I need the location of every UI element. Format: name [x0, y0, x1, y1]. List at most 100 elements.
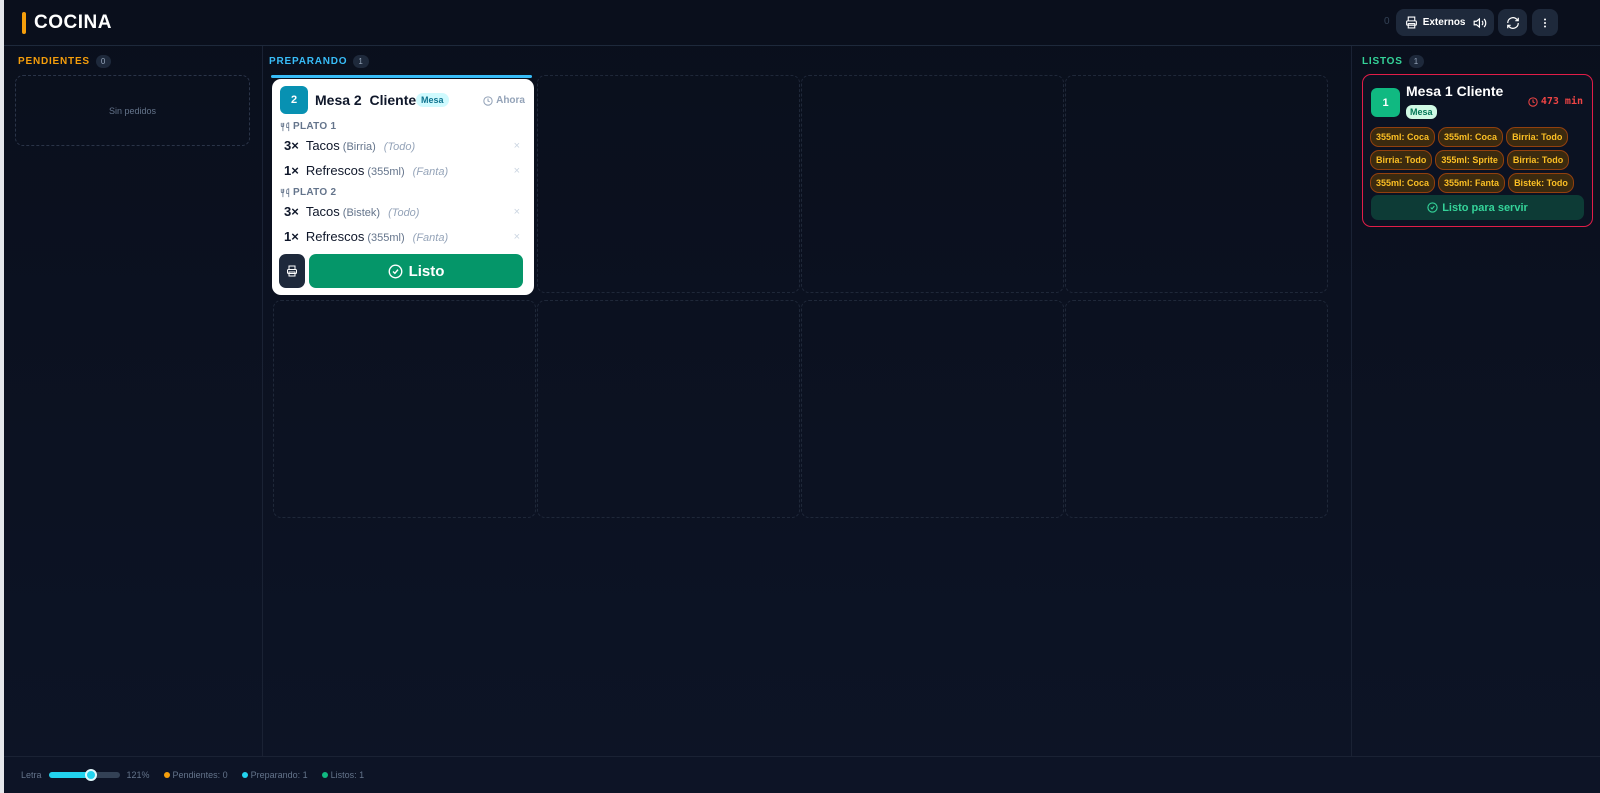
ready-order-elapsed-text: 473 min — [1540, 96, 1583, 107]
item-option: (355ml) — [367, 166, 405, 178]
pendientes-header: PENDIENTES 0 — [18, 55, 112, 68]
font-size-slider[interactable] — [48, 769, 120, 781]
item-chip: 355ml: Coca — [1370, 127, 1436, 147]
printer-icon — [1405, 16, 1417, 29]
remove-item-button[interactable]: × — [514, 231, 520, 243]
ready-order-elapsed: 473 min — [1528, 96, 1583, 107]
item-note: (Todo) — [388, 207, 420, 219]
sound-button[interactable] — [1465, 9, 1494, 36]
status-bar: Letra 121% Pendientes: 0 Preparando: 1 L… — [4, 756, 1600, 793]
item-option: (Bistek) — [342, 207, 381, 219]
plato-label: PLATO 2 — [293, 187, 337, 198]
remove-item-button[interactable]: × — [514, 206, 520, 218]
item-chip: Birria: Todo — [1370, 150, 1433, 170]
item-quantity: 1× — [284, 229, 299, 244]
clock-icon — [483, 95, 493, 106]
printer-icon — [287, 265, 297, 277]
stat-listos-text: Listos: 1 — [330, 770, 365, 780]
more-vertical-icon — [1544, 18, 1546, 27]
ready-order-type-badge: Mesa — [1406, 105, 1437, 119]
check-circle-icon — [388, 264, 403, 278]
empty-slot — [1065, 75, 1328, 293]
order-time-text: Ahora — [496, 95, 525, 106]
item-option: (Birria) — [342, 141, 376, 153]
item-note: (Fanta) — [412, 166, 449, 178]
item-name: Refrescos — [305, 229, 365, 244]
print-order-button[interactable] — [279, 254, 305, 288]
item-quantity: 3× — [284, 138, 299, 153]
top-bar: COCINA 0 Externos ON — [4, 0, 1600, 46]
item-note: (Fanta) — [412, 232, 449, 244]
mark-ready-label: Listo — [408, 262, 445, 280]
item-chip: Birria: Todo — [1506, 150, 1570, 170]
pendientes-count: 0 — [95, 55, 112, 68]
empty-slot — [801, 300, 1064, 518]
empty-state-text: Sin pedidos — [108, 105, 157, 116]
stat-preparando-text: Preparando: 1 — [250, 770, 308, 780]
order-card[interactable]: 2 Mesa 2 Cliente Mesa Ahora PLATO 1 3× T… — [272, 79, 534, 295]
app-title: COCINA — [34, 12, 112, 33]
pendientes-title: PENDIENTES — [18, 56, 90, 67]
status-dot — [163, 772, 170, 778]
more-menu-button[interactable] — [1532, 9, 1558, 36]
stat-listos: Listos: 1 — [321, 770, 365, 780]
listos-count: 1 — [1408, 55, 1424, 68]
remove-item-button[interactable]: × — [514, 165, 520, 177]
preparando-underline — [271, 75, 532, 78]
order-time: Ahora — [483, 95, 525, 106]
order-item: 1× Refrescos (355ml) (Fanta) × — [284, 163, 520, 181]
volume-icon — [1473, 17, 1486, 28]
plato-label: PLATO 1 — [293, 121, 337, 132]
empty-slot — [537, 75, 800, 293]
remove-item-button[interactable]: × — [514, 140, 520, 152]
stat-preparando: Preparando: 1 — [241, 770, 308, 780]
item-chips: 355ml: Coca 355ml: Coca Birria: Todo Bir… — [1370, 127, 1586, 193]
plato-header: PLATO 2 — [280, 187, 336, 198]
preparando-header: PREPARANDO 1 — [269, 55, 369, 68]
preparando-title: PREPARANDO — [269, 56, 348, 67]
empty-slot — [537, 300, 800, 518]
item-name: Tacos — [305, 204, 340, 219]
order-item: 1× Refrescos (355ml) (Fanta) × — [284, 229, 520, 247]
pendientes-column: PENDIENTES 0 Sin pedidos — [4, 46, 263, 756]
ready-order-name: Mesa 1 Cliente — [1406, 83, 1504, 99]
item-chip: 355ml: Coca — [1438, 127, 1504, 147]
item-name: Tacos — [305, 138, 340, 153]
refresh-button[interactable] — [1498, 9, 1527, 36]
item-name: Refrescos — [305, 163, 365, 178]
order-number-badge: 2 — [280, 86, 308, 114]
preparando-count: 1 — [353, 55, 369, 68]
empty-state: Sin pedidos — [15, 75, 250, 146]
item-note: (Todo) — [383, 141, 416, 153]
item-quantity: 1× — [284, 163, 299, 178]
top-counter: 0 — [1384, 16, 1390, 27]
order-name: Mesa 2 Cliente — [315, 92, 417, 108]
ready-to-serve-button[interactable]: Listo para servir — [1371, 195, 1584, 220]
font-size-slider-handle[interactable] — [85, 769, 98, 781]
listos-column: LISTOS 1 1 Mesa 1 Cliente Mesa 473 min 3… — [1352, 46, 1600, 756]
font-size-value: 121% — [126, 770, 150, 780]
order-item: 3× Tacos (Birria) (Todo) × — [284, 138, 520, 156]
stat-pendientes: Pendientes: 0 — [163, 770, 228, 780]
listos-title: LISTOS — [1362, 56, 1403, 67]
empty-slot — [1065, 300, 1328, 518]
listos-header: LISTOS 1 — [1362, 55, 1424, 68]
mark-ready-button[interactable]: Listo — [309, 254, 523, 288]
plato-header: PLATO 1 — [280, 121, 336, 132]
item-chip: 355ml: Coca — [1370, 173, 1436, 193]
check-circle-icon — [1427, 202, 1438, 213]
ready-order-number-badge: 1 — [1371, 88, 1400, 117]
item-quantity: 3× — [284, 204, 299, 219]
item-chip: Birria: Todo — [1506, 127, 1569, 147]
status-dot — [241, 772, 248, 778]
utensils-icon — [280, 187, 290, 197]
order-item: 3× Tacos (Bistek) (Todo) × — [284, 204, 520, 222]
order-type-badge: Mesa — [416, 93, 449, 107]
clock-icon — [1528, 96, 1538, 107]
status-dot — [321, 772, 328, 778]
ready-order-card[interactable]: 1 Mesa 1 Cliente Mesa 473 min 355ml: Coc… — [1362, 74, 1593, 227]
stat-pendientes-text: Pendientes: 0 — [172, 770, 228, 780]
empty-slot — [273, 300, 536, 518]
item-chip: 355ml: Fanta — [1438, 173, 1506, 193]
brand-accent-bar — [22, 12, 26, 34]
